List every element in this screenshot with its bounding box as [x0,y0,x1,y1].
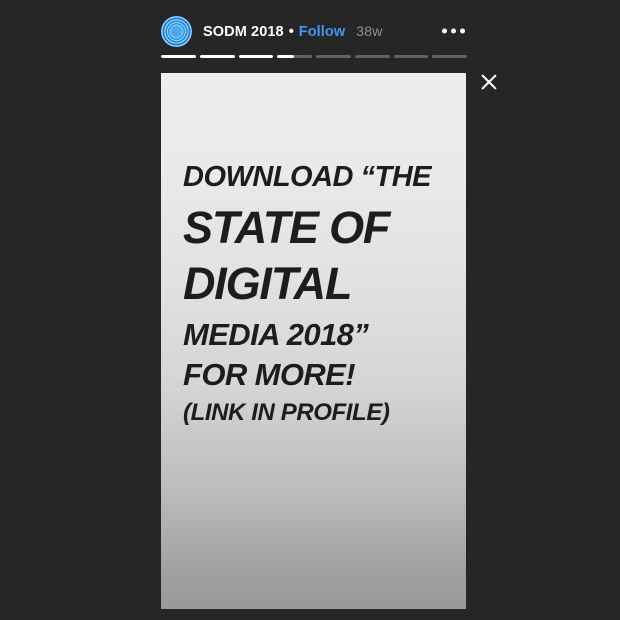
progress-segment-6[interactable] [393,55,429,58]
story-viewer: SODM 2018 • Follow 38w DOWNLOAD “THE STAT… [0,0,620,620]
follow-button[interactable]: Follow [299,24,346,40]
dot-icon [442,28,447,34]
story-header: SODM 2018 • Follow 38w [161,14,467,48]
progress-segment-1[interactable] [199,55,235,58]
separator-dot: • [288,23,294,40]
progress-segment-2[interactable] [238,55,274,58]
timestamp-label: 38w [356,22,383,39]
story-progress-track [161,55,467,58]
header-meta: SODM 2018 • Follow 38w [203,23,383,40]
next-story-zone[interactable] [346,73,466,609]
progress-segment-fill [199,55,235,58]
progress-segment-0[interactable] [161,55,196,58]
progress-segment-fill [277,55,294,58]
progress-segment-fill [238,55,274,58]
progress-segment-5[interactable] [354,55,390,58]
avatar[interactable] [161,15,192,47]
progress-segment-7[interactable] [432,55,467,58]
progress-segment-4[interactable] [316,55,351,58]
dot-icon [460,28,465,34]
previous-story-zone[interactable] [161,73,281,609]
dot-icon [451,28,456,34]
more-options-button[interactable] [440,23,467,40]
username-label[interactable]: SODM 2018 [203,24,284,40]
avatar-ring-icon [161,16,192,47]
progress-segment-fill [161,55,196,58]
close-icon[interactable] [476,69,502,95]
progress-segment-3[interactable] [277,55,312,58]
